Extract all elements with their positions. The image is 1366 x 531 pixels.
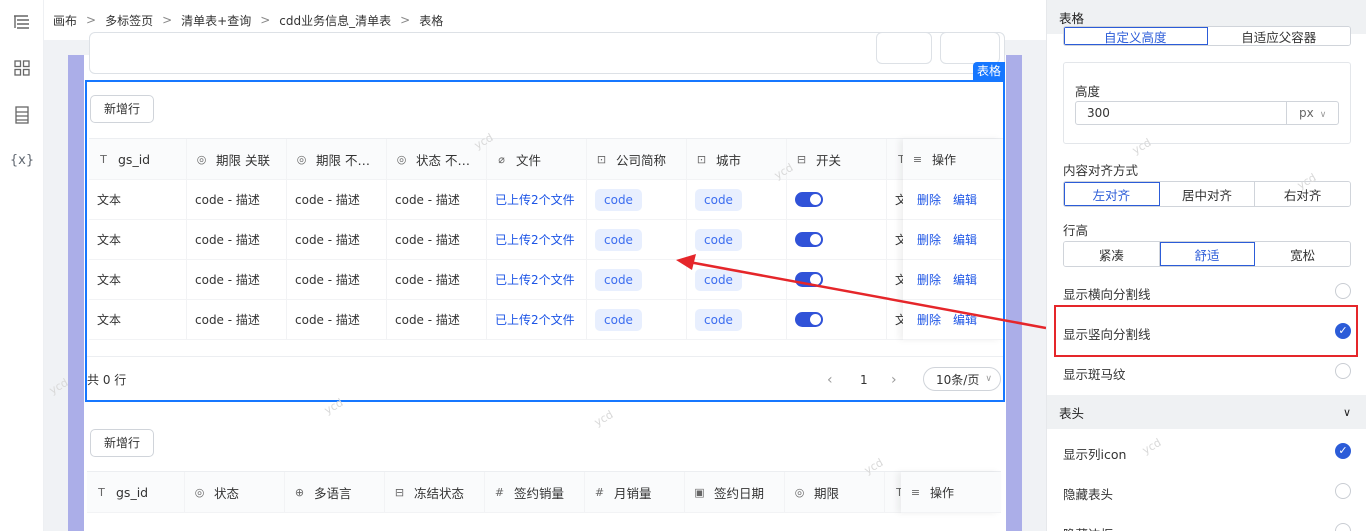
breadcrumb-item[interactable]: cdd业务信息_清单表: [279, 12, 391, 29]
toggle-label: 显示列icon: [1063, 447, 1127, 462]
breadcrumb-item[interactable]: 画布: [53, 12, 77, 29]
annotation-line: [1045, 328, 1046, 329]
list-icon[interactable]: [12, 105, 32, 125]
chevron-down-icon: ∨: [1319, 110, 1327, 120]
canvas: 表格 新增行 Tgs_id ◎ 期限 关联 ◎ 期限 不… ◎ 状态 不… ⌀ 文件 ⊡ 公司简称 ⊡…: [44, 32, 1046, 531]
grid-icon[interactable]: [12, 58, 32, 78]
height-input[interactable]: 300 px ∨: [1075, 101, 1339, 125]
tree-icon[interactable]: [12, 12, 32, 32]
tab-auto-height[interactable]: 自适应父容器: [1207, 27, 1350, 45]
panel-title-text: 表格: [1059, 10, 1085, 26]
variable-icon[interactable]: {x}: [10, 150, 34, 170]
align-option[interactable]: 左对齐: [1064, 182, 1160, 206]
rowheight-option[interactable]: 舒适: [1159, 242, 1256, 266]
toggle-circle[interactable]: [1335, 523, 1351, 531]
tab-custom-height[interactable]: 自定义高度: [1064, 27, 1208, 45]
breadcrumb-item[interactable]: 清单表+查询: [181, 12, 251, 29]
unit-value: px: [1299, 106, 1314, 120]
rowheight-option[interactable]: 宽松: [1255, 242, 1350, 266]
breadcrumb-item[interactable]: 表格: [419, 12, 443, 29]
toggle-circle[interactable]: [1335, 283, 1351, 299]
rowheight-label: 行高: [1063, 223, 1089, 238]
height-settings-box: 高度 300 px ∨: [1063, 62, 1351, 144]
height-mode-tabs: 自定义高度 自适应父容器: [1063, 26, 1351, 46]
header-section[interactable]: 表头 ∨: [1047, 395, 1366, 429]
property-panel: 表格 自定义高度 自适应父容器 高度 300 px ∨ 内容对齐方式 左对齐 居中对…: [1046, 0, 1366, 531]
header-section-title: 表头: [1059, 405, 1085, 421]
align-label: 内容对齐方式: [1063, 163, 1139, 178]
height-label: 高度: [1075, 84, 1101, 99]
watermark: ycd: [1140, 435, 1164, 458]
align-option[interactable]: 居中对齐: [1159, 182, 1256, 206]
chevron-down-icon: ∨: [1342, 405, 1351, 419]
check-icon[interactable]: ✓: [1335, 443, 1351, 459]
toggle-circle[interactable]: [1335, 363, 1351, 379]
toggle-label: 隐藏表头: [1063, 487, 1114, 502]
height-value: 300: [1087, 106, 1110, 120]
unit-select[interactable]: px ∨: [1286, 102, 1338, 124]
toggle-circle[interactable]: [1335, 483, 1351, 499]
toggle-label: 显示横向分割线: [1063, 287, 1151, 302]
rowheight-segmented: 紧凑 舒适 宽松: [1063, 241, 1351, 267]
highlight-box: [1054, 305, 1358, 357]
left-rail: {x}: [0, 0, 44, 531]
rowheight-option[interactable]: 紧凑: [1064, 242, 1160, 266]
toggle-label: 显示斑马纹: [1063, 367, 1126, 382]
toggle-label: 隐藏边框: [1063, 524, 1113, 531]
breadcrumb-item[interactable]: 多标签页: [105, 12, 153, 29]
